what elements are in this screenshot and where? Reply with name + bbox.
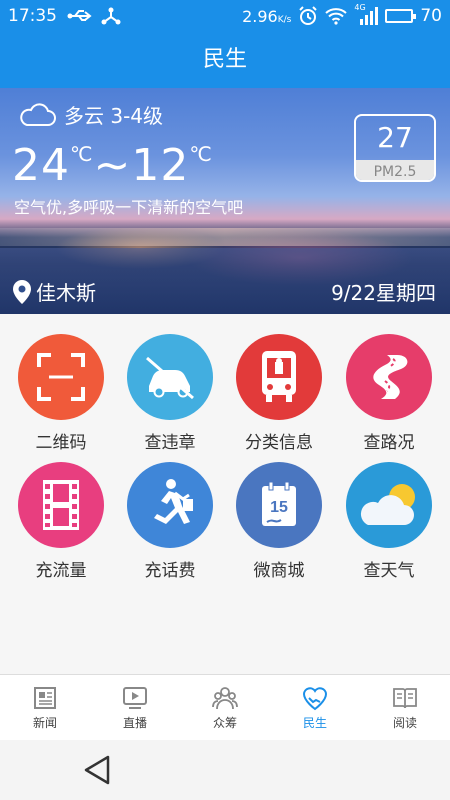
nav-label: 民生 (302, 715, 327, 730)
tile-data-recharge-circle (18, 462, 104, 548)
tile-label: 查路况 (363, 433, 415, 453)
tile-label: 二维码 (35, 433, 87, 453)
network-speed: 2.96K/s (242, 7, 291, 26)
tile-weather-circle (346, 462, 432, 548)
temp-unit: ℃ (189, 142, 213, 166)
sun-cloud-icon (360, 484, 415, 525)
wifi-icon (325, 8, 348, 25)
road-icon (373, 355, 408, 399)
tile-mall-circle: 15 (236, 462, 322, 548)
tile-label: 充流量 (35, 561, 87, 581)
system-navigation-bar (0, 740, 450, 800)
tile-phone-recharge[interactable]: 充话费 (115, 462, 225, 581)
tile-violation[interactable]: 查违章 (115, 334, 225, 453)
weather-condition-row: 多云 3-4级 (18, 100, 163, 129)
handshake-heart-icon (302, 686, 328, 710)
city-name: 佳木斯 (36, 281, 96, 305)
calendar-icon: 15 (262, 481, 296, 526)
tile-weather[interactable]: 查天气 (334, 462, 444, 581)
nav-label: 阅读 (392, 715, 417, 730)
tile-label: 充话费 (144, 561, 196, 581)
tv-icon (123, 686, 147, 709)
alarm-icon (299, 6, 318, 25)
signal-indicator: 4G (354, 3, 379, 25)
nav-item-live[interactable]: 直播 (90, 675, 180, 740)
bus-icon (262, 351, 296, 402)
tile-label: 分类信息 (245, 433, 313, 453)
film-strip-icon (43, 480, 79, 530)
location[interactable]: 佳木斯 (12, 277, 96, 306)
tile-label: 微商城 (253, 561, 305, 581)
car-prohibited-icon (146, 356, 194, 400)
temp-high: 24 (12, 140, 70, 191)
nav-label: 直播 (122, 715, 147, 730)
pm25-label: PM2.5 (356, 160, 434, 180)
tile-label: 查违章 (144, 433, 196, 453)
nav-item-livelihood[interactable]: 民生 (270, 675, 360, 740)
tile-violation-circle (127, 334, 213, 420)
temperature-range: 24 ℃ ~ 12 ℃ (12, 140, 213, 191)
nav-item-crowdfunding[interactable]: 众筹 (180, 675, 270, 740)
status-bar: 17:35 2.96K/s 4G 70 (0, 0, 450, 32)
nav-label: 新闻 (32, 715, 57, 730)
temp-unit: ℃ (70, 142, 94, 166)
weather-condition: 多云 3-4级 (64, 104, 164, 128)
temp-separator: ~ (93, 140, 132, 191)
pm25-value: 27 (377, 121, 413, 154)
tile-traffic-circle (346, 334, 432, 420)
page-title: 民生 (0, 32, 450, 88)
temp-low: 12 (131, 140, 190, 191)
tile-traffic[interactable]: 查路况 (334, 334, 444, 453)
tile-classified[interactable]: 分类信息 (224, 334, 334, 453)
tile-classified-circle (236, 334, 322, 420)
air-quality-text: 空气优,多呼吸一下清新的空气吧 (14, 198, 244, 217)
service-grid: 二维码 查违章 分类信息 查路况 充流量 充话费 15 微商城 查天气 (0, 314, 450, 674)
tile-qrcode-circle (18, 334, 104, 420)
location-pin-icon (13, 279, 31, 304)
battery-icon (385, 9, 417, 23)
nav-item-reading[interactable]: 阅读 (360, 675, 450, 740)
usb-icon (67, 10, 92, 21)
bottom-navigation: 新闻 直播 众筹 民生 阅读 (0, 674, 450, 740)
pm25-box: 27 PM2.5 (354, 114, 436, 182)
svg-text:15: 15 (270, 499, 288, 516)
weather-banner[interactable]: 多云 3-4级 24 ℃ ~ 12 ℃ 空气优,多呼吸一下清新的空气吧 27 PM2… (0, 88, 450, 314)
nav-item-news[interactable]: 新闻 (0, 675, 90, 740)
speed-value: 2.96 (242, 6, 278, 26)
tile-qrcode[interactable]: 二维码 (6, 334, 116, 453)
status-time: 17:35 (8, 6, 57, 26)
tile-mall[interactable]: 15 微商城 (224, 462, 334, 581)
tile-phone-recharge-circle (127, 462, 213, 548)
cloud-icon (20, 102, 56, 126)
signal-icon (360, 7, 379, 25)
date-text: 9/22星期四 (331, 281, 436, 305)
speed-unit: K/s (277, 14, 292, 25)
battery-percent: 70 (420, 6, 442, 26)
qr-scan-icon (37, 353, 85, 401)
people-icon (212, 686, 238, 709)
back-triangle-icon[interactable] (82, 754, 112, 786)
book-icon (393, 687, 417, 708)
nav-label: 众筹 (212, 715, 237, 730)
newspaper-icon (34, 686, 56, 709)
tile-label: 查天气 (363, 561, 415, 581)
tile-data-recharge[interactable]: 充流量 (6, 462, 116, 581)
share-icon (101, 7, 121, 25)
banner-bridge-decoration (0, 228, 450, 246)
running-man-icon (154, 479, 193, 524)
